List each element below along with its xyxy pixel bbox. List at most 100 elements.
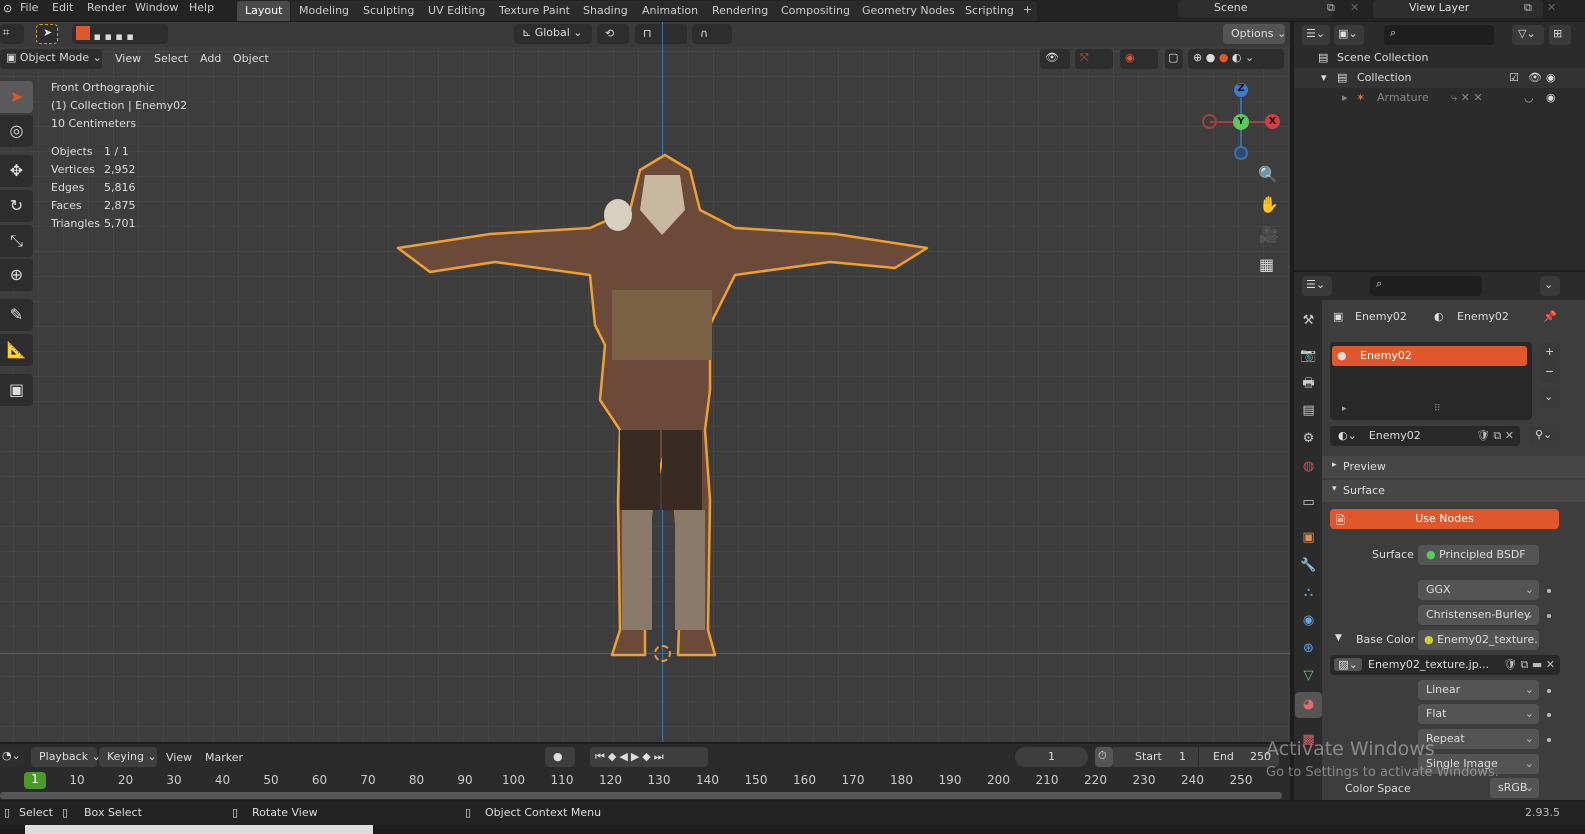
scale-tool[interactable]: ⤡ [0, 225, 33, 257]
menu-add[interactable]: Add [200, 52, 221, 65]
menu-object[interactable]: Object [233, 52, 269, 65]
gizmo-z[interactable]: Z [1234, 83, 1248, 97]
outliner-funnel-icon[interactable]: ▽⌄ [1512, 25, 1544, 45]
properties-search-input[interactable]: ⌕ [1370, 276, 1482, 296]
pin-icon[interactable]: 📌 [1543, 310, 1557, 323]
scene-tab[interactable]: ⚙ [1295, 426, 1322, 452]
menu-select[interactable]: Select [154, 52, 188, 65]
material-slot-item[interactable]: ●Enemy02 [1332, 346, 1527, 366]
keyframe-dot[interactable] [1547, 713, 1551, 717]
proportional-edit-icon[interactable]: ∩ [692, 24, 732, 44]
transform-tool[interactable]: ⊕ [0, 259, 33, 291]
keying-menu[interactable]: Keying ⌄ [99, 747, 157, 767]
world-tab[interactable]: ◍ [1295, 454, 1322, 480]
pan-hand-icon[interactable]: ✋ [1259, 195, 1279, 214]
menu-render[interactable]: Render [87, 1, 126, 14]
gizmo-x[interactable]: X [1265, 114, 1280, 129]
visibility-icon[interactable]: 👁 [1040, 49, 1070, 69]
new-view-layer-icon[interactable]: ⧉ [1524, 1, 1532, 15]
timeline-view-menu[interactable]: View [166, 751, 192, 764]
selection-mode-group[interactable]: ▪ ▪ ▪ ▪ [72, 24, 168, 44]
keyframe-dot[interactable] [1547, 589, 1551, 593]
eye-icon[interactable]: 👁 [1528, 71, 1542, 84]
material-browse-icon[interactable]: ⚲⌄ [1530, 426, 1560, 446]
menu-window[interactable]: Window [135, 1, 178, 14]
menu-view[interactable]: View [115, 52, 141, 65]
select-tool-icon[interactable]: ➤ [36, 24, 58, 44]
blender-logo-icon[interactable]: ⊙ [3, 2, 12, 15]
outliner-item[interactable]: ▤Scene Collection [1294, 48, 1585, 68]
add-workspace-button[interactable]: + [1018, 1, 1037, 21]
playback-menu[interactable]: Playback ⌄ [31, 747, 97, 767]
outliner-search-input[interactable]: ⌕ [1384, 25, 1494, 45]
object-tab[interactable]: ▣ [1295, 525, 1322, 551]
surface-shader-field[interactable]: ● Principled BSDF [1418, 545, 1539, 565]
color-space-dropdown[interactable]: sRGB⌄ [1490, 778, 1539, 798]
shading-modes[interactable]: ⊕ ● ● ◐ ⌄ [1188, 49, 1284, 69]
properties-options-icon[interactable]: ⌄ [1540, 276, 1560, 296]
tab-rendering[interactable]: Rendering [704, 1, 776, 21]
subsurface-method-dropdown[interactable]: Christensen-Burley⌄ [1418, 605, 1539, 625]
options-dropdown[interactable]: Options ⌄ [1223, 24, 1285, 44]
overlay-toggle-icon[interactable]: ◉ [1120, 49, 1158, 69]
marker-menu[interactable]: Marker [205, 751, 243, 764]
tab-geometry-nodes[interactable]: Geometry Nodes [854, 1, 963, 21]
close-view-layer-icon[interactable]: ✕ [1547, 1, 1556, 14]
material-tab[interactable]: ◕ [1295, 692, 1322, 718]
slot-specials-button[interactable]: ⌄ [1540, 388, 1560, 408]
transform-orientation-dropdown[interactable]: ⊾ Global ⌄ [514, 24, 592, 44]
tool-tab[interactable]: ⚒ [1295, 308, 1322, 334]
character-model[interactable] [390, 150, 935, 665]
cursor-tool[interactable]: ◎ [0, 115, 33, 147]
particles-tab[interactable]: ⛬ [1295, 580, 1322, 606]
material-slot-list[interactable]: ●Enemy02 ▸⠿ [1330, 342, 1532, 420]
data-tab[interactable]: ▽ [1295, 663, 1322, 689]
render-tab[interactable]: 📷 [1295, 343, 1322, 369]
current-frame-indicator[interactable]: 1 [24, 772, 46, 789]
material-datablock-field[interactable]: ◐⌄Enemy02🛡 ⧉ ✕ [1330, 426, 1520, 446]
select-box-tool[interactable]: ➤ [0, 81, 33, 113]
tab-animation[interactable]: Animation [634, 1, 706, 21]
remove-slot-button[interactable]: − [1540, 363, 1560, 383]
base-color-field[interactable]: ● Enemy02_texture... [1418, 630, 1539, 650]
record-button[interactable]: ● [545, 747, 575, 767]
current-frame-field[interactable]: 1 [1015, 747, 1088, 767]
tab-shading[interactable]: Shading [575, 1, 636, 21]
surface-panel-header[interactable]: ▾Surface [1322, 480, 1585, 502]
new-scene-icon[interactable]: ⧉ [1327, 1, 1335, 15]
add-slot-button[interactable]: + [1540, 343, 1560, 363]
keyframe-dot[interactable] [1547, 738, 1551, 742]
tab-texture-paint[interactable]: Texture Paint [491, 1, 578, 21]
menu-file[interactable]: File [20, 1, 38, 14]
exclude-checkbox[interactable]: ☑ [1509, 71, 1519, 84]
add-cube-tool[interactable]: ▣ [0, 374, 33, 406]
view-layer-selector[interactable]: View Layer [1373, 0, 1543, 18]
playback-controls[interactable]: ⏮◆◀▶◆⏭ [590, 747, 708, 767]
tab-scripting[interactable]: Scripting [957, 1, 1022, 21]
new-collection-icon[interactable]: ⊞ [1549, 25, 1571, 45]
tab-compositing[interactable]: Compositing [773, 1, 858, 21]
physics-tab[interactable]: ◉ [1295, 608, 1322, 634]
gizmo-neg-x[interactable] [1202, 114, 1217, 129]
modifier-tab[interactable]: 🔧 [1295, 553, 1322, 579]
distribution-dropdown[interactable]: GGX⌄ [1418, 580, 1539, 600]
measure-tool[interactable]: 📐 [0, 334, 33, 366]
render-camera-icon[interactable]: ◉ [1546, 71, 1556, 84]
move-tool[interactable]: ✥ [0, 155, 33, 187]
xray-icon[interactable]: ▢ [1165, 49, 1183, 69]
keyframe-dot[interactable] [1547, 614, 1551, 618]
camera-icon[interactable]: 🎥 [1259, 225, 1279, 244]
start-frame-field[interactable]: Start1 [1113, 747, 1198, 767]
snap-icon[interactable]: ⊓ [635, 24, 687, 44]
zoom-icon[interactable]: 🔍 [1258, 165, 1278, 184]
hidden-eye-icon[interactable]: ◡ [1524, 91, 1534, 104]
interpolation-dropdown[interactable]: Linear⌄ [1418, 680, 1539, 700]
image-datablock-field[interactable]: ▨⌄Enemy02_texture.jp...🛡 ⧉ ▬ ✕ [1330, 655, 1560, 675]
outliner-item[interactable]: ▸✶Armature⤷ ✕ ✕◡◉ [1294, 88, 1585, 108]
editor-type-icon[interactable]: ⌗ [0, 24, 24, 44]
tab-layout[interactable]: Layout [237, 1, 290, 21]
outliner-filter-icon[interactable]: ▣⌄ [1334, 25, 1364, 45]
annotate-tool[interactable]: ✎ [0, 299, 33, 331]
view-layer-tab[interactable]: ▤ [1295, 398, 1322, 424]
tab-sculpting[interactable]: Sculpting [355, 1, 422, 21]
